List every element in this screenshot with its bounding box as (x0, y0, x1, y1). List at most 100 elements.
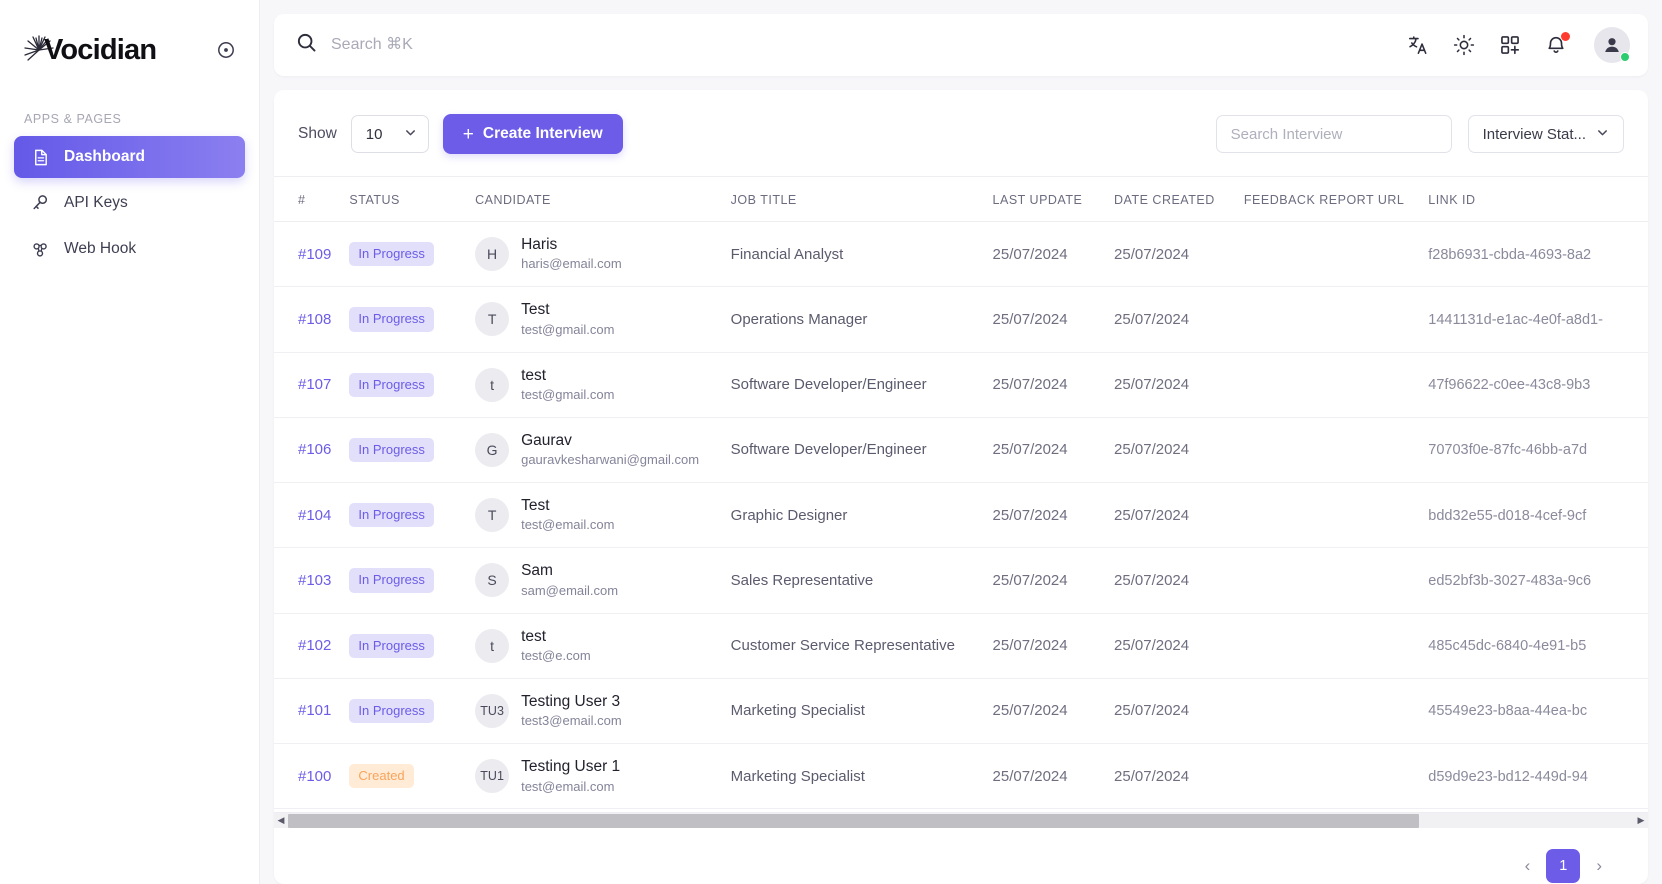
date-created: 25/07/2024 (1114, 311, 1189, 328)
link-id[interactable]: 485c45dc-6840-4e91-b5 (1428, 638, 1586, 654)
candidate-cell: TTesttest@gmail.com (475, 300, 731, 338)
column-header-candidate[interactable]: CANDIDATE (475, 177, 731, 222)
sidebar-header: Vocidian (0, 0, 259, 74)
row-id-link[interactable]: #106 (298, 441, 331, 458)
table-row[interactable]: #104In ProgressTTesttest@email.comGraphi… (274, 483, 1648, 548)
page-size-select[interactable]: 10 (351, 115, 429, 153)
candidate-name: Gaurav (521, 431, 699, 450)
row-id-link[interactable]: #107 (298, 376, 331, 393)
status-badge: In Progress (349, 438, 433, 462)
scroll-right-arrow[interactable]: ▶ (1634, 815, 1648, 826)
sun-icon[interactable] (1452, 33, 1476, 57)
link-id[interactable]: d59d9e23-bd12-449d-94 (1428, 769, 1588, 785)
last-update: 25/07/2024 (993, 507, 1068, 524)
last-update: 25/07/2024 (993, 572, 1068, 589)
row-id-link[interactable]: #103 (298, 572, 331, 589)
scrollbar-track[interactable] (288, 814, 1634, 828)
sidebar: Vocidian APPS & PAGES (0, 0, 260, 884)
column-header-link-id[interactable]: LINK ID (1428, 177, 1648, 222)
search-input[interactable] (331, 36, 1406, 54)
row-id-link[interactable]: #108 (298, 311, 331, 328)
job-title: Sales Representative (731, 572, 874, 589)
link-id[interactable]: 45549e23-b8aa-44ea-bc (1428, 703, 1587, 719)
job-title: Graphic Designer (731, 507, 848, 524)
column-header-job-title[interactable]: JOB TITLE (731, 177, 993, 222)
horizontal-scrollbar[interactable]: ◀ ▶ (274, 812, 1648, 828)
scrollbar-thumb[interactable] (288, 814, 1419, 828)
link-id[interactable]: f28b6931-cbda-4693-8a2 (1428, 247, 1591, 263)
status-badge: In Progress (349, 307, 433, 331)
interview-status-value: Interview Stat... (1483, 126, 1586, 143)
avatar: TU1 (475, 759, 509, 793)
candidate-email: test@email.com (521, 779, 620, 796)
pagination-next[interactable]: › (1590, 856, 1608, 876)
candidate-info: Testtest@email.com (521, 496, 614, 534)
row-id-link[interactable]: #102 (298, 637, 331, 654)
notification-dot (1561, 32, 1570, 41)
apps-grid-plus-icon[interactable] (1498, 33, 1522, 57)
last-update: 25/07/2024 (993, 311, 1068, 328)
row-id-link[interactable]: #100 (298, 768, 331, 785)
job-title: Operations Manager (731, 311, 868, 328)
link-id[interactable]: bdd32e55-d018-4cef-9cf (1428, 508, 1586, 524)
link-id[interactable]: 1441131d-e1ac-4e0f-a8d1- (1428, 312, 1603, 328)
candidate-info: testtest@gmail.com (521, 366, 614, 404)
show-label: Show (298, 125, 337, 143)
scroll-left-arrow[interactable]: ◀ (274, 815, 288, 826)
column-header-feedback-url[interactable]: FEEDBACK REPORT URL (1244, 177, 1428, 222)
table-scroll-container[interactable]: # STATUS CANDIDATE JOB TITLE LAST UPDATE… (274, 176, 1648, 812)
column-header-status[interactable]: STATUS (349, 177, 475, 222)
candidate-cell: ttesttest@gmail.com (475, 366, 731, 404)
pagination-prev[interactable]: ‹ (1519, 856, 1537, 876)
row-id-link[interactable]: #101 (298, 702, 331, 719)
target-circle-icon[interactable] (215, 39, 237, 61)
table-row[interactable]: #103In ProgressSSamsam@email.comSales Re… (274, 548, 1648, 613)
pagination-page-1[interactable]: 1 (1546, 849, 1580, 883)
link-id[interactable]: ed52bf3b-3027-483a-9c6 (1428, 573, 1591, 589)
link-id[interactable]: 70703f0e-87fc-46bb-a7d (1428, 442, 1587, 458)
candidate-name: Test (521, 300, 614, 319)
column-header-date-created[interactable]: DATE CREATED (1114, 177, 1244, 222)
table-toolbar: Show 10 + Create Interview (274, 90, 1648, 176)
candidate-info: Testing User 3test3@email.com (521, 692, 622, 730)
column-header-last-update[interactable]: LAST UPDATE (993, 177, 1115, 222)
candidate-info: Harisharis@email.com (521, 235, 622, 273)
table-row[interactable]: #107In Progressttesttest@gmail.comSoftwa… (274, 352, 1648, 417)
table-row[interactable]: #100CreatedTU1Testing User 1test@email.c… (274, 744, 1648, 809)
column-header-id[interactable]: # (274, 177, 349, 222)
link-id[interactable]: 47f96622-c0ee-43c8-9b3 (1428, 377, 1590, 393)
avatar: t (475, 629, 509, 663)
interviews-table: # STATUS CANDIDATE JOB TITLE LAST UPDATE… (274, 177, 1648, 812)
candidate-name: Test (521, 496, 614, 515)
table-row[interactable]: #109In ProgressHHarisharis@email.comFina… (274, 222, 1648, 287)
sidebar-item-label: Dashboard (64, 148, 145, 166)
sidebar-item-api-keys[interactable]: API Keys (14, 182, 245, 224)
notification-bell-icon[interactable] (1544, 33, 1568, 57)
create-interview-button[interactable]: + Create Interview (443, 114, 623, 154)
row-id-link[interactable]: #104 (298, 507, 331, 524)
last-update: 25/07/2024 (993, 376, 1068, 393)
table-row[interactable]: #106In ProgressGGauravgauravkesharwani@g… (274, 417, 1648, 482)
avatar: H (475, 237, 509, 271)
sidebar-section-label: APPS & PAGES (24, 112, 259, 126)
user-avatar[interactable] (1594, 27, 1630, 63)
table-row[interactable]: #102In Progressttesttest@e.comCustomer S… (274, 613, 1648, 678)
toolbar-left-group: Show 10 + Create Interview (298, 114, 623, 154)
sidebar-item-dashboard[interactable]: Dashboard (14, 136, 245, 178)
last-update: 25/07/2024 (993, 768, 1068, 785)
avatar: S (475, 563, 509, 597)
candidate-name: test (521, 627, 591, 646)
row-id-link[interactable]: #109 (298, 246, 331, 263)
translate-icon[interactable] (1406, 33, 1430, 57)
brand-logo[interactable]: Vocidian (22, 33, 156, 67)
job-title: Marketing Specialist (731, 768, 865, 785)
global-search[interactable] (296, 32, 1406, 58)
interview-status-filter[interactable]: Interview Stat... (1468, 115, 1624, 153)
search-interview-input[interactable] (1216, 115, 1452, 153)
table-row[interactable]: #101In ProgressTU3Testing User 3test3@em… (274, 678, 1648, 743)
candidate-name: test (521, 366, 614, 385)
job-title: Marketing Specialist (731, 702, 865, 719)
table-row[interactable]: #108 In Progress TTesttest@gmail.comOperat… (274, 287, 1648, 352)
candidate-email: sam@email.com (521, 583, 618, 600)
sidebar-item-web-hook[interactable]: Web Hook (14, 228, 245, 270)
